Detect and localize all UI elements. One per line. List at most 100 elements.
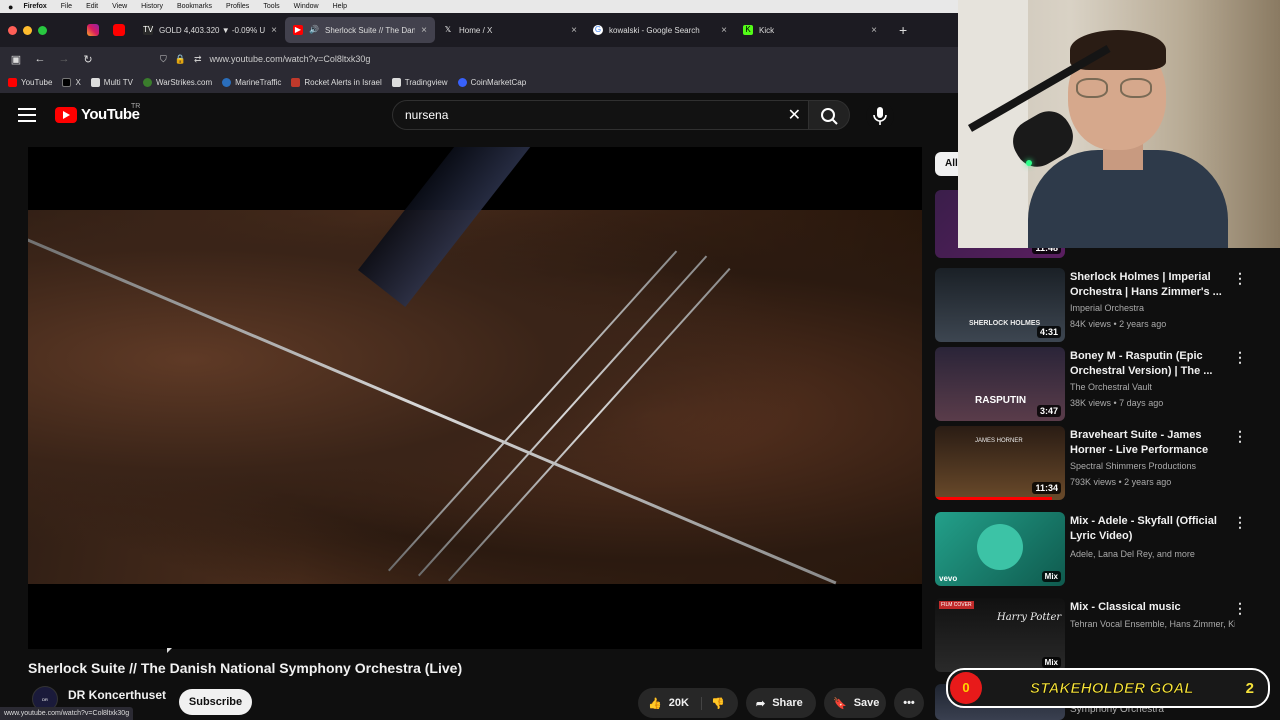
more-actions-button[interactable]: ••• bbox=[894, 688, 924, 718]
more-vertical-icon[interactable]: ⋮ bbox=[1233, 270, 1247, 287]
sidebar-toggle-icon[interactable]: ▣ bbox=[4, 53, 28, 66]
recommendation-title[interactable]: Boney M - Rasputin (Epic Orchestral Vers… bbox=[1070, 349, 1228, 379]
bookmark-x[interactable]: X bbox=[62, 77, 81, 87]
new-tab-icon[interactable]: + bbox=[899, 22, 907, 38]
save-label: Save bbox=[853, 697, 880, 709]
menu-window[interactable]: Window bbox=[294, 3, 319, 10]
filter-chip-all[interactable]: All bbox=[935, 152, 959, 176]
share-button[interactable]: ➦ Share bbox=[746, 688, 816, 718]
x-logo-icon bbox=[62, 77, 72, 87]
subscribe-button[interactable]: Subscribe bbox=[179, 689, 252, 715]
tab-x-home[interactable]: 𝕏 Home / X × bbox=[435, 17, 585, 43]
menu-profiles[interactable]: Profiles bbox=[226, 3, 249, 10]
recommendation-item[interactable]: SHERLOCK HOLMES 4:31 Sherlock Holmes | I… bbox=[935, 268, 1275, 344]
bookmark-marinetraffic[interactable]: MarineTraffic bbox=[222, 77, 281, 87]
more-vertical-icon[interactable]: ⋮ bbox=[1233, 349, 1247, 366]
bookmark-rocket-alerts[interactable]: Rocket Alerts in Israel bbox=[291, 77, 382, 87]
menu-tools[interactable]: Tools bbox=[263, 3, 279, 10]
apple-icon[interactable]: ● bbox=[8, 2, 13, 12]
recommendation-item[interactable]: vevo Mix Mix - Adele - Skyfall (Official… bbox=[935, 512, 1275, 588]
tab-gold[interactable]: TV GOLD 4,403.320 ▼ -0.09% Un × bbox=[135, 17, 285, 43]
recommendation-title[interactable]: Braveheart Suite - James Horner - Live P… bbox=[1070, 428, 1228, 458]
close-tab-icon[interactable]: × bbox=[871, 25, 877, 36]
bookmark-youtube[interactable]: YouTube bbox=[8, 77, 52, 87]
recommendation-channel[interactable]: Spectral Shimmers Productions bbox=[1070, 460, 1235, 473]
close-tab-icon[interactable]: × bbox=[721, 25, 727, 36]
youtube-logo[interactable]: YouTube TR bbox=[55, 103, 140, 123]
search-input[interactable]: nursena ✕ bbox=[392, 100, 810, 130]
recommendation-thumbnail[interactable]: SHERLOCK HOLMES 4:31 bbox=[935, 268, 1065, 342]
dislike-button[interactable]: 👎 bbox=[702, 697, 725, 710]
close-tab-icon[interactable]: × bbox=[571, 25, 577, 36]
back-icon[interactable]: ← bbox=[28, 53, 52, 65]
video-player[interactable] bbox=[28, 147, 922, 649]
url-text[interactable]: www.youtube.com/watch?v=Col8ltxk30g bbox=[210, 54, 371, 64]
clear-search-icon[interactable]: ✕ bbox=[788, 105, 801, 125]
mix-badge: Mix bbox=[1041, 571, 1061, 582]
close-tab-icon[interactable]: × bbox=[271, 25, 277, 36]
like-count: 20K bbox=[668, 697, 689, 709]
pinned-tab-youtube-icon[interactable] bbox=[113, 24, 125, 36]
thumbnail-text: JAMES HORNER bbox=[975, 438, 1023, 444]
recommendation-item[interactable]: FILM COVER Harry Potter Mix Mix - Classi… bbox=[935, 598, 1275, 674]
more-vertical-icon[interactable]: ⋮ bbox=[1233, 428, 1247, 445]
bookmark-multi-tv[interactable]: Multi TV bbox=[90, 77, 133, 87]
recommendation-channel[interactable]: The Orchestral Vault bbox=[1070, 381, 1235, 394]
recommendation-thumbnail[interactable]: FILM COVER Harry Potter Mix bbox=[935, 598, 1065, 672]
alert-icon bbox=[291, 77, 301, 87]
menu-edit[interactable]: Edit bbox=[86, 3, 98, 10]
close-window-button[interactable] bbox=[8, 25, 17, 35]
recommendation-channel[interactable]: Adele, Lana Del Rey, and more bbox=[1070, 548, 1235, 561]
youtube-favicon-icon: ▶ bbox=[293, 25, 303, 35]
search-value[interactable]: nursena bbox=[405, 108, 448, 122]
recommendation-title[interactable]: Mix - Adele - Skyfall (Official Lyric Vi… bbox=[1070, 514, 1228, 544]
bookmark-tradingview[interactable]: Tradingview bbox=[391, 77, 448, 87]
minimize-window-button[interactable] bbox=[23, 25, 32, 35]
menu-app-firefox[interactable]: Firefox bbox=[23, 3, 46, 10]
recommendation-item[interactable]: RASPUTIN 3:47 Boney M - Rasputin (Epic O… bbox=[935, 347, 1275, 423]
recommendation-channel[interactable]: Imperial Orchestra bbox=[1070, 302, 1235, 315]
search-button[interactable] bbox=[808, 100, 850, 130]
close-tab-icon[interactable]: × bbox=[421, 25, 427, 36]
speaker-icon[interactable]: 🔊 bbox=[309, 25, 319, 35]
recommendation-thumbnail[interactable]: RASPUTIN 3:47 bbox=[935, 347, 1065, 421]
recommendation-item[interactable]: JAMES HORNER 11:34 Braveheart Suite - Ja… bbox=[935, 426, 1275, 502]
tab-kick[interactable]: K Kick × bbox=[735, 17, 885, 43]
forward-icon[interactable]: → bbox=[52, 53, 76, 65]
voice-search-button[interactable] bbox=[866, 102, 894, 130]
tab-title: Home / X bbox=[459, 25, 493, 35]
recommendation-thumbnail[interactable]: JAMES HORNER 11:34 bbox=[935, 426, 1065, 500]
share-icon: ➦ bbox=[756, 697, 766, 710]
menu-help[interactable]: Help bbox=[333, 3, 347, 10]
bookmark-coinmarketcap[interactable]: CoinMarketCap bbox=[457, 77, 526, 87]
menu-view[interactable]: View bbox=[112, 3, 127, 10]
tab-sherlock-active[interactable]: ▶ 🔊 Sherlock Suite // The Danish × bbox=[285, 17, 435, 43]
like-button[interactable]: 👍 20K bbox=[638, 696, 702, 710]
tab-strip: TV GOLD 4,403.320 ▼ -0.09% Un × ▶ 🔊 Sher… bbox=[0, 13, 958, 47]
bookmark-warstrikes[interactable]: WarStrikes.com bbox=[142, 77, 212, 87]
more-vertical-icon[interactable]: ⋮ bbox=[1233, 514, 1247, 531]
tab-google-search[interactable]: G kowalski - Google Search × bbox=[585, 17, 735, 43]
permissions-icon[interactable]: ⇄ bbox=[194, 54, 202, 65]
channel-name[interactable]: DR Koncerthuset bbox=[68, 688, 166, 702]
menu-history[interactable]: History bbox=[141, 3, 163, 10]
zoom-window-button[interactable] bbox=[38, 25, 47, 35]
reload-icon[interactable]: ↻ bbox=[76, 53, 100, 66]
vevo-logo: vevo bbox=[939, 574, 958, 583]
shield-icon[interactable]: ⛉ bbox=[160, 54, 167, 65]
lock-icon[interactable]: 🔒 bbox=[175, 54, 186, 65]
recommendation-channel[interactable]: Tehran Vocal Ensemble, Hans Zimmer, Ki..… bbox=[1070, 618, 1235, 631]
recommendation-stats: 84K views • 2 years ago bbox=[1070, 319, 1167, 329]
recommendation-title[interactable]: Sherlock Holmes | Imperial Orchestra | H… bbox=[1070, 270, 1228, 300]
menu-bookmarks[interactable]: Bookmarks bbox=[177, 3, 212, 10]
menu-file[interactable]: File bbox=[61, 3, 72, 10]
address-bar[interactable]: ⛉ 🔒 ⇄ www.youtube.com/watch?v=Col8ltxk30… bbox=[160, 54, 370, 65]
recommendation-title[interactable]: Mix - Classical music bbox=[1070, 600, 1228, 615]
save-button[interactable]: 🔖 Save bbox=[824, 688, 886, 718]
goal-label: STAKEHOLDER GOAL bbox=[1030, 679, 1194, 697]
thumbnail-art bbox=[977, 524, 1023, 570]
menu-hamburger-icon[interactable] bbox=[18, 108, 36, 122]
recommendation-thumbnail[interactable]: vevo Mix bbox=[935, 512, 1065, 586]
pinned-tab-instagram-icon[interactable] bbox=[87, 24, 99, 36]
more-vertical-icon[interactable]: ⋮ bbox=[1233, 600, 1247, 617]
